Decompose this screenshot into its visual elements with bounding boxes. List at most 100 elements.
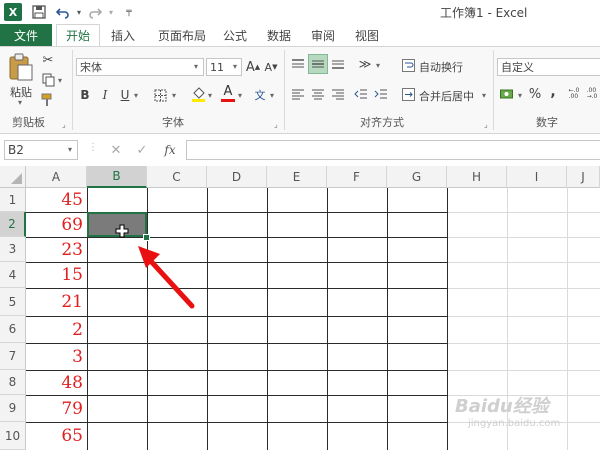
increase-decimal-icon[interactable]: ←.0.00: [566, 86, 582, 102]
cell-a8[interactable]: 48: [26, 370, 87, 395]
column-header-e[interactable]: E: [267, 166, 327, 188]
font-launcher-icon[interactable]: ⌟: [274, 120, 278, 129]
merge-dropdown-icon[interactable]: ▾: [482, 91, 486, 100]
copy-dropdown-icon[interactable]: ▾: [58, 76, 62, 85]
increase-indent-icon[interactable]: [372, 86, 388, 102]
decrease-indent-icon[interactable]: [352, 86, 368, 102]
confirm-entry-icon[interactable]: ✓: [132, 140, 152, 160]
column-header-i[interactable]: I: [507, 166, 567, 188]
insert-function-button[interactable]: fx: [158, 140, 182, 160]
number-format-combo[interactable]: 自定义: [497, 58, 600, 76]
tab-file[interactable]: 文件: [0, 24, 52, 46]
tab-review[interactable]: 审阅: [306, 24, 340, 46]
align-right-icon[interactable]: [330, 86, 346, 102]
align-top-icon[interactable]: [290, 56, 306, 72]
copy-icon[interactable]: [40, 72, 56, 88]
row-header-9[interactable]: 9: [0, 395, 26, 422]
row-header-4[interactable]: 4: [0, 262, 26, 288]
cell-a2[interactable]: 69: [26, 212, 87, 237]
cell-a4[interactable]: 15: [26, 262, 87, 288]
cell-border: [327, 188, 328, 450]
font-color-dropdown-icon[interactable]: ▾: [238, 91, 242, 100]
row-header-1[interactable]: 1: [0, 188, 26, 212]
column-header-h[interactable]: H: [447, 166, 507, 188]
name-box-dropdown-icon[interactable]: ▾: [68, 145, 72, 154]
cell-a6[interactable]: 2: [26, 316, 87, 343]
font-name-dropdown-icon[interactable]: ▾: [194, 62, 198, 71]
phonetic-icon[interactable]: 文: [252, 86, 268, 104]
column-header-b[interactable]: B: [87, 166, 147, 188]
comma-style-button[interactable]: ,: [548, 84, 558, 100]
fill-color-dropdown-icon[interactable]: ▾: [208, 91, 212, 100]
column-header-g[interactable]: G: [387, 166, 447, 188]
column-header-d[interactable]: D: [207, 166, 267, 188]
cancel-entry-icon[interactable]: ✕: [106, 140, 126, 160]
percent-button[interactable]: %: [528, 86, 542, 102]
save-icon[interactable]: [30, 3, 48, 21]
underline-dropdown-icon[interactable]: ▾: [134, 91, 138, 100]
gridline: [447, 288, 600, 289]
fill-color-icon[interactable]: [190, 84, 206, 104]
wrap-text-icon[interactable]: [400, 57, 416, 73]
cell-a7[interactable]: 3: [26, 343, 87, 370]
format-painter-icon[interactable]: [40, 92, 56, 108]
column-header-j[interactable]: J: [567, 166, 600, 188]
merge-center-button[interactable]: 合并后居中: [419, 88, 474, 104]
cell-a10[interactable]: 65: [26, 422, 87, 450]
merge-center-icon[interactable]: [400, 86, 416, 102]
borders-icon[interactable]: [152, 86, 168, 104]
redo-dropdown-icon[interactable]: ▾: [102, 3, 120, 21]
customize-toolbar-icon[interactable]: ╤: [120, 3, 138, 21]
tab-view[interactable]: 视图: [350, 24, 384, 46]
tab-data[interactable]: 数据: [262, 24, 296, 46]
paste-dropdown-icon[interactable]: ▾: [18, 98, 22, 107]
cut-icon[interactable]: ✂: [40, 52, 56, 68]
tab-home[interactable]: 开始: [56, 24, 100, 46]
bold-button[interactable]: B: [78, 86, 92, 104]
font-name-combo[interactable]: 宋体: [76, 58, 204, 76]
row-header-8[interactable]: 8: [0, 370, 26, 395]
align-left-icon[interactable]: [290, 86, 306, 102]
italic-button[interactable]: I: [98, 86, 112, 104]
font-color-icon[interactable]: A: [220, 84, 236, 104]
formula-input[interactable]: [186, 140, 600, 160]
row-header-2[interactable]: 2: [0, 212, 26, 237]
select-all-button[interactable]: [0, 166, 26, 188]
paste-icon[interactable]: [6, 52, 36, 82]
name-box[interactable]: B2: [4, 140, 78, 160]
row-header-10[interactable]: 10: [0, 422, 26, 450]
borders-dropdown-icon[interactable]: ▾: [172, 91, 176, 100]
wrap-text-button[interactable]: 自动换行: [419, 59, 463, 75]
decrease-decimal-icon[interactable]: .00 →.0: [584, 86, 600, 102]
cell-a9[interactable]: 79: [26, 395, 87, 422]
row-header-3[interactable]: 3: [0, 237, 26, 262]
underline-button[interactable]: U: [118, 86, 132, 104]
column-header-c[interactable]: C: [147, 166, 207, 188]
column-header-a[interactable]: A: [26, 166, 87, 188]
row-header-6[interactable]: 6: [0, 316, 26, 343]
gridline: [567, 188, 568, 450]
tab-formulas[interactable]: 公式: [218, 24, 252, 46]
font-size-dropdown-icon[interactable]: ▾: [233, 62, 237, 71]
orientation-icon[interactable]: ≫: [356, 56, 374, 72]
cell-a3[interactable]: 23: [26, 237, 87, 262]
accounting-format-icon[interactable]: [498, 86, 516, 102]
tab-insert[interactable]: 插入: [106, 24, 140, 46]
cell-a5[interactable]: 21: [26, 288, 87, 316]
cell-a1[interactable]: 45: [26, 188, 87, 212]
gridline: [447, 343, 600, 344]
accounting-dropdown-icon[interactable]: ▾: [518, 91, 522, 100]
clipboard-launcher-icon[interactable]: ⌟: [62, 120, 66, 129]
align-center-icon[interactable]: [310, 86, 326, 102]
row-header-7[interactable]: 7: [0, 343, 26, 370]
grow-font-icon[interactable]: A ▲: [246, 58, 260, 76]
phonetic-dropdown-icon[interactable]: ▾: [270, 91, 274, 100]
alignment-launcher-icon[interactable]: ⌟: [484, 120, 488, 129]
align-bottom-icon[interactable]: [330, 56, 346, 72]
orientation-dropdown-icon[interactable]: ▾: [376, 61, 380, 70]
shrink-font-icon[interactable]: A ▼: [264, 58, 278, 76]
align-middle-icon[interactable]: [308, 54, 328, 74]
row-header-5[interactable]: 5: [0, 288, 26, 316]
column-header-f[interactable]: F: [327, 166, 387, 188]
tab-page-layout[interactable]: 页面布局: [150, 24, 214, 46]
